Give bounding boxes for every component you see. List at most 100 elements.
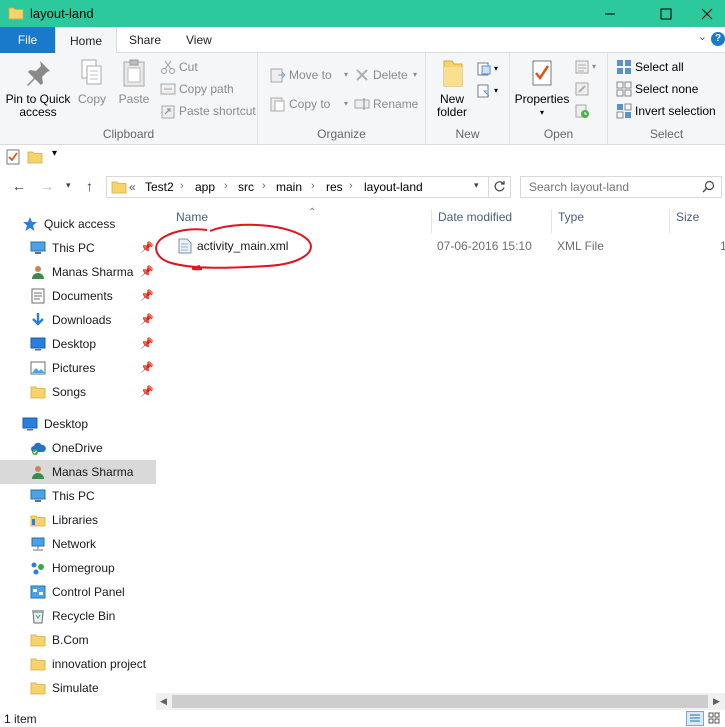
- scroll-left-icon[interactable]: ◀: [160, 696, 167, 707]
- search-icon[interactable]: [702, 180, 715, 196]
- chevron-right-icon[interactable]: ›: [349, 180, 353, 192]
- sidebar-item-documents[interactable]: Documents 📌: [0, 284, 156, 308]
- sidebar-item-label: Manas Sharma: [52, 265, 134, 279]
- sidebar-item-desktop[interactable]: Desktop 📌: [0, 332, 156, 356]
- customize-toolbar-icon[interactable]: ▾: [52, 148, 57, 159]
- copy-button[interactable]: Copy: [74, 57, 110, 106]
- chevron-right-icon[interactable]: ›: [224, 180, 228, 192]
- forward-arrow-icon[interactable]: →: [40, 178, 54, 194]
- pin-icon[interactable]: 📌: [140, 380, 154, 404]
- pin-icon[interactable]: 📌: [140, 284, 154, 308]
- search-input[interactable]: [529, 179, 699, 195]
- sidebar-item-onedrive[interactable]: OneDrive: [0, 436, 156, 460]
- scroll-right-icon[interactable]: ▶: [713, 696, 720, 707]
- breadcrumb-item[interactable]: main: [276, 180, 302, 194]
- search-box[interactable]: [520, 176, 722, 198]
- invert-selection-label: Invert selection: [635, 104, 716, 118]
- details-view-icon[interactable]: [686, 711, 704, 726]
- refresh-icon[interactable]: [493, 180, 506, 196]
- file-list: Name ⌃ Date modified Type Size activity_…: [155, 203, 725, 693]
- file-type: XML File: [557, 239, 604, 253]
- open-button[interactable]: ▾: [574, 57, 598, 77]
- status-bar: 1 item: [0, 710, 725, 727]
- sidebar-item-recycle-bin[interactable]: Recycle Bin: [0, 604, 156, 628]
- chevron-down-icon: ▾: [344, 99, 349, 108]
- chevron-right-icon[interactable]: ›: [262, 180, 266, 192]
- sidebar-item-label: Songs: [52, 385, 87, 399]
- breadcrumb-item[interactable]: app: [195, 180, 215, 194]
- sidebar-item-innovation-project[interactable]: innovation project: [0, 652, 156, 676]
- pin-icon[interactable]: 📌: [140, 308, 154, 332]
- sidebar-item-label: Libraries: [52, 513, 99, 527]
- edit-icon: [575, 82, 589, 96]
- select-group: Select all Select none Invert selection …: [608, 53, 725, 145]
- breadcrumb-item[interactable]: layout-land: [364, 180, 423, 194]
- horizontal-scrollbar[interactable]: ◀ ▶: [156, 693, 725, 710]
- recent-locations-icon[interactable]: ▾: [66, 180, 71, 191]
- column-header-date-modified[interactable]: Date modified: [432, 209, 552, 233]
- sidebar-item-desktop-root[interactable]: Desktop: [0, 412, 156, 436]
- address-history-icon[interactable]: ▾: [474, 180, 479, 191]
- sidebar-item-libraries[interactable]: Libraries: [0, 508, 156, 532]
- edit-button[interactable]: [574, 79, 598, 99]
- sidebar-item-label: Control Panel: [52, 585, 125, 599]
- new-item-button[interactable]: ▾: [476, 59, 502, 79]
- chevron-right-icon[interactable]: ›: [180, 180, 184, 192]
- maximize-button[interactable]: [643, 0, 689, 27]
- help-icon[interactable]: ?: [711, 32, 725, 46]
- breadcrumb-item[interactable]: res: [326, 180, 343, 194]
- sidebar-item-control-panel[interactable]: Control Panel: [0, 580, 156, 604]
- pin-to-quick-access-button[interactable]: Pin to Quick access: [4, 57, 72, 119]
- paste-button[interactable]: Paste: [116, 57, 152, 106]
- open-icon: [575, 60, 589, 74]
- sidebar-item-label: This PC: [52, 241, 95, 255]
- breadcrumb-overflow[interactable]: «: [129, 180, 136, 194]
- sidebar-item-songs[interactable]: Songs 📌: [0, 380, 156, 404]
- large-icons-view-icon[interactable]: [706, 711, 724, 726]
- sidebar-item-homegroup[interactable]: Homegroup: [0, 556, 156, 580]
- maximize-icon: [660, 8, 672, 19]
- sidebar-item-manas-sharma[interactable]: Manas Sharma 📌: [0, 260, 156, 284]
- tab-view[interactable]: View: [172, 27, 226, 53]
- pin-icon[interactable]: 📌: [140, 332, 154, 356]
- up-arrow-icon[interactable]: ↑: [86, 178, 93, 194]
- history-button[interactable]: [574, 101, 598, 121]
- breadcrumb-item[interactable]: src: [238, 180, 254, 194]
- properties-button[interactable]: Properties ▾: [514, 57, 570, 119]
- new-folder-button[interactable]: New folder: [432, 57, 472, 119]
- close-button[interactable]: [689, 0, 725, 27]
- column-header-size[interactable]: Size: [670, 209, 725, 233]
- sidebar-item-quick-access[interactable]: Quick access: [0, 212, 156, 236]
- sidebar-item-pictures[interactable]: Pictures 📌: [0, 356, 156, 380]
- properties-icon[interactable]: [6, 149, 20, 168]
- sidebar-item-manas-sharma-desktop[interactable]: Manas Sharma: [0, 460, 156, 484]
- sidebar-item-bcom[interactable]: B.Com: [0, 628, 156, 652]
- scrollbar-thumb[interactable]: [172, 695, 708, 708]
- sidebar-item-label: Quick access: [44, 217, 116, 231]
- new-folder-icon[interactable]: [27, 149, 43, 168]
- delete-label: Delete: [373, 68, 408, 82]
- breadcrumb-item[interactable]: Test2: [145, 180, 174, 194]
- divider: [488, 177, 489, 197]
- chevron-right-icon[interactable]: ›: [311, 180, 315, 192]
- tab-file[interactable]: File: [0, 27, 55, 53]
- sidebar-item-simulate[interactable]: Simulate: [0, 676, 156, 700]
- minimize-button[interactable]: [587, 0, 633, 27]
- easy-access-button[interactable]: ▾: [476, 81, 502, 101]
- tab-home[interactable]: Home: [55, 27, 118, 54]
- sidebar-item-downloads[interactable]: Downloads 📌: [0, 308, 156, 332]
- sidebar-item-this-pc-desktop[interactable]: This PC: [0, 484, 156, 508]
- sidebar-item-this-pc[interactable]: This PC 📌: [0, 236, 156, 260]
- tab-share[interactable]: Share: [115, 27, 175, 53]
- back-arrow-icon[interactable]: ←: [12, 178, 26, 194]
- select-all-icon: [617, 60, 631, 74]
- sidebar-item-network[interactable]: Network: [0, 532, 156, 556]
- new-folder-label-line2: folder: [436, 105, 468, 119]
- sidebar-item-label: Documents: [52, 289, 113, 303]
- chevron-down-icon: ▾: [494, 86, 499, 95]
- column-header-type[interactable]: Type: [552, 209, 670, 233]
- pin-icon[interactable]: 📌: [140, 356, 154, 380]
- address-bar[interactable]: « Test2 › app › src › main › res › layou…: [106, 176, 511, 198]
- history-icon: [575, 104, 589, 118]
- chevron-down-icon[interactable]: ⌄: [698, 30, 707, 43]
